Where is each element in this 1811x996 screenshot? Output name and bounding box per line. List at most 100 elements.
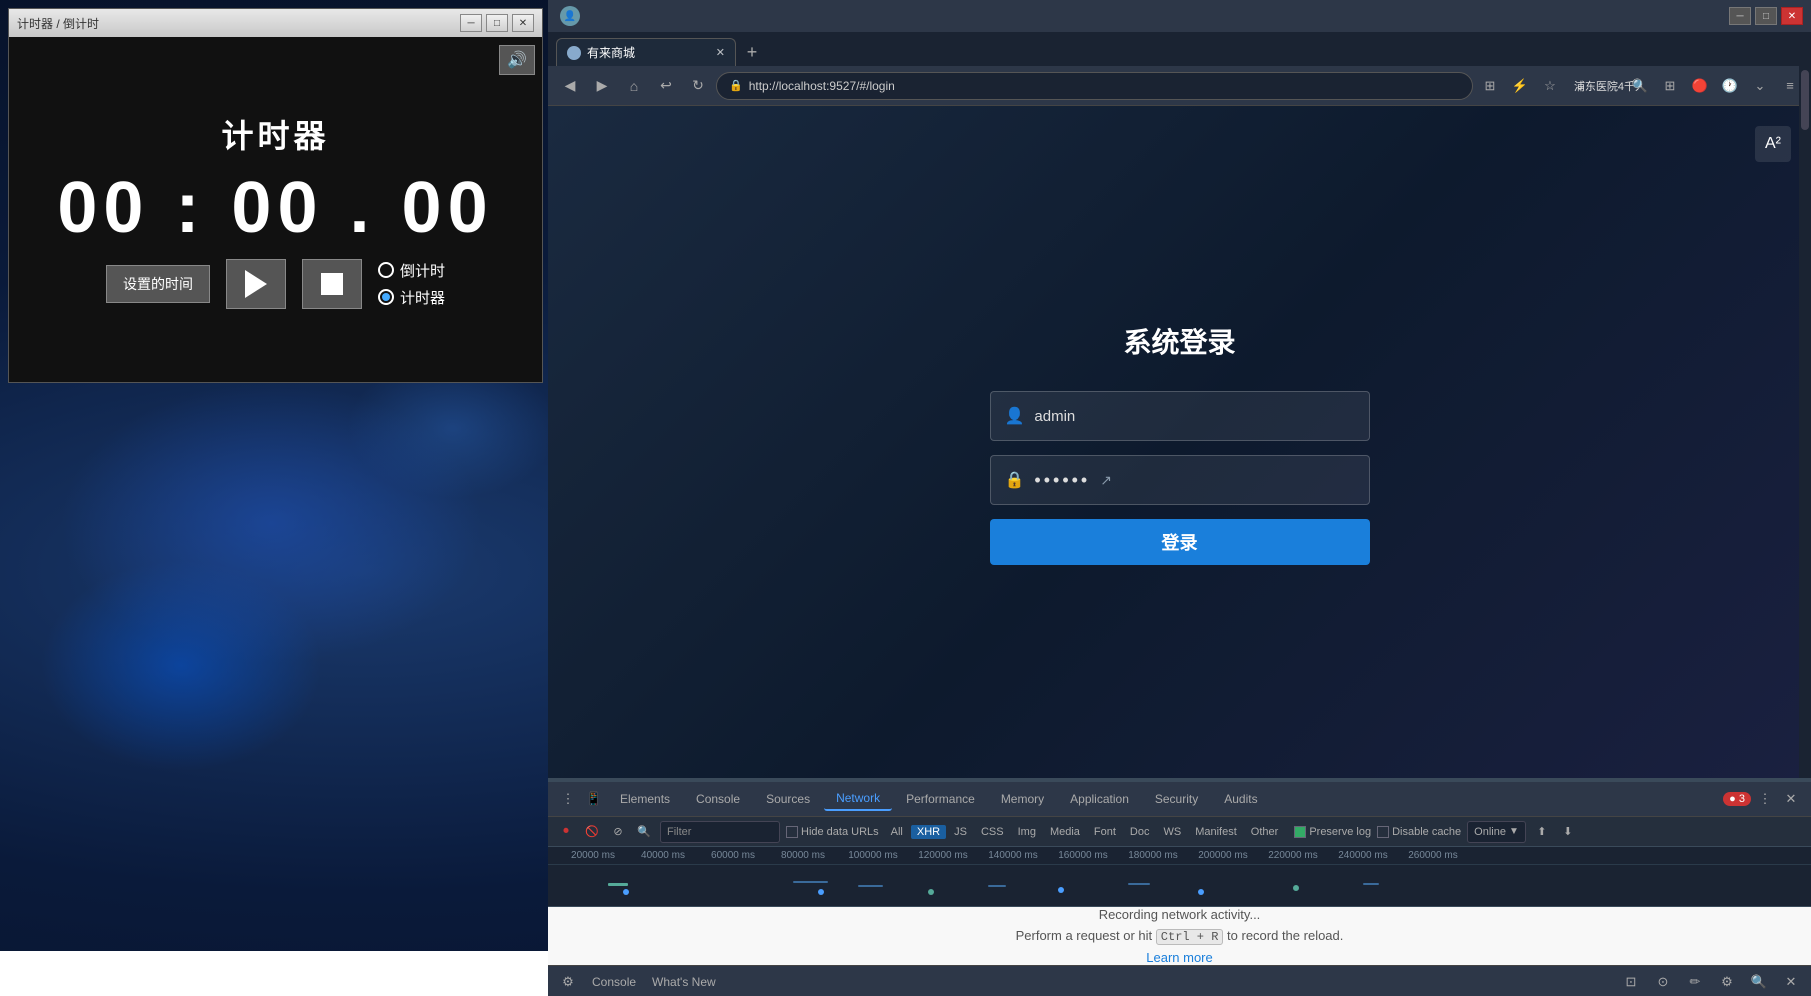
filter-js[interactable]: JS <box>948 825 973 839</box>
preserve-log-label[interactable]: Preserve log <box>1294 826 1371 838</box>
bottom-settings-icon[interactable]: ⚙ <box>556 970 580 994</box>
timer-radio[interactable] <box>378 289 394 305</box>
login-button[interactable]: 登录 <box>990 519 1370 565</box>
filter-placeholder: Filter <box>667 826 691 838</box>
timer-minimize-button[interactable]: ─ <box>460 14 482 32</box>
username-input[interactable]: 👤 admin <box>990 391 1370 441</box>
ruler-mark-220000: 220000 ms <box>1258 850 1328 861</box>
devtools-settings-icon[interactable]: ⋮ <box>556 787 580 811</box>
stop-button[interactable] <box>302 259 362 309</box>
new-tab-button[interactable]: + <box>738 38 766 66</box>
timeline-activity-4 <box>988 885 1006 887</box>
bottom-tab-whats-new[interactable]: What's New <box>648 973 720 991</box>
notification-icon[interactable]: 🔴 <box>1687 73 1713 99</box>
password-input[interactable]: 🔒 •••••• ↗ <box>990 455 1370 505</box>
filter-font[interactable]: Font <box>1088 825 1122 839</box>
volume-button[interactable]: 🔊 <box>499 45 535 75</box>
extensions-icon[interactable]: ⊞ <box>1477 73 1503 99</box>
timer-maximize-button[interactable]: □ <box>486 14 508 32</box>
clear-button[interactable]: 🚫 <box>582 822 602 842</box>
filter-all[interactable]: All <box>885 825 909 839</box>
devtools-tab-audits[interactable]: Audits <box>1212 788 1269 810</box>
disable-cache-checkbox[interactable] <box>1377 826 1389 838</box>
filter-doc[interactable]: Doc <box>1124 825 1156 839</box>
hide-data-urls-checkbox[interactable] <box>786 826 798 838</box>
bottom-copy-icon[interactable]: ⊙ <box>1651 970 1675 994</box>
bottom-close-icon[interactable]: ✕ <box>1779 970 1803 994</box>
search-icon[interactable]: 🔍 <box>1627 73 1653 99</box>
ruler-mark-140000: 140000 ms <box>978 850 1048 861</box>
filter-xhr[interactable]: XHR <box>911 825 946 839</box>
translate-icon[interactable]: A² <box>1755 126 1791 162</box>
countdown-radio[interactable] <box>378 262 394 278</box>
filter-css[interactable]: CSS <box>975 825 1010 839</box>
online-selector[interactable]: Online ▼ <box>1467 821 1526 843</box>
back-button[interactable]: ◀ <box>556 72 584 100</box>
countdown-option[interactable]: 倒计时 <box>378 260 445 281</box>
devtools-device-icon[interactable]: 📱 <box>582 787 606 811</box>
disable-cache-label[interactable]: Disable cache <box>1377 826 1461 838</box>
devtools-tab-console[interactable]: Console <box>684 788 752 810</box>
lock-icon: 🔒 <box>1005 470 1025 490</box>
filter-icon[interactable]: ⊘ <box>608 822 628 842</box>
play-button[interactable] <box>226 259 286 309</box>
browser-close-button[interactable]: ✕ <box>1781 7 1803 25</box>
learn-more-link[interactable]: Learn more <box>1146 950 1212 965</box>
home-button[interactable]: ⌂ <box>620 72 648 100</box>
filter-input[interactable]: Filter <box>660 821 780 843</box>
bottom-settings2-icon[interactable]: ⚙ <box>1715 970 1739 994</box>
timeline-activity-6 <box>1363 883 1379 885</box>
tab-close-button[interactable]: ✕ <box>716 46 725 59</box>
devtools-close-icon[interactable]: ✕ <box>1779 787 1803 811</box>
devtools-tab-elements[interactable]: Elements <box>608 788 682 810</box>
browser-content: A² 系统登录 👤 admin 🔒 •••••• ↗ 登录 <box>548 106 1811 780</box>
browser-minimize-button[interactable]: ─ <box>1729 7 1751 25</box>
login-form: 👤 admin 🔒 •••••• ↗ 登录 <box>990 391 1370 565</box>
bookmark-icon[interactable]: ☆ <box>1537 73 1563 99</box>
devtools-tab-sources[interactable]: Sources <box>754 788 822 810</box>
filter-media[interactable]: Media <box>1044 825 1086 839</box>
devtools-resize-handle[interactable] <box>548 778 1811 782</box>
devtools-tab-application[interactable]: Application <box>1058 788 1141 810</box>
bottom-edit-icon[interactable]: ✏ <box>1683 970 1707 994</box>
eye-icon[interactable]: ↗ <box>1100 472 1112 489</box>
timer-close-button[interactable]: ✕ <box>512 14 534 32</box>
refresh-back-button[interactable]: ↩ <box>652 72 680 100</box>
devtools-tab-network[interactable]: Network <box>824 787 892 811</box>
lightning-icon[interactable]: ⚡ <box>1507 73 1533 99</box>
browser-maximize-button[interactable]: □ <box>1755 7 1777 25</box>
devtools-tab-performance[interactable]: Performance <box>894 788 987 810</box>
chevron-down-icon[interactable]: ⌄ <box>1747 73 1773 99</box>
refresh-button[interactable]: ↻ <box>684 72 712 100</box>
filter-ws[interactable]: WS <box>1157 825 1187 839</box>
set-time-button[interactable]: 设置的时间 <box>106 265 210 303</box>
bottom-search-icon[interactable]: 🔍 <box>1747 970 1771 994</box>
grid-icon[interactable]: ⊞ <box>1657 73 1683 99</box>
address-bar[interactable]: 🔒 http://localhost:9527/#/login <box>716 72 1473 100</box>
hide-data-urls-label[interactable]: Hide data URLs <box>786 826 879 838</box>
devtools-tab-memory[interactable]: Memory <box>989 788 1056 810</box>
lock-icon: 🔒 <box>729 79 743 92</box>
devtools-more-icon[interactable]: ⋮ <box>1753 787 1777 811</box>
ruler-mark-120000: 120000 ms <box>908 850 978 861</box>
import-icon[interactable]: ⬆ <box>1532 822 1552 842</box>
browser-scrollbar-thumb[interactable] <box>1801 70 1809 130</box>
preserve-log-checkbox[interactable] <box>1294 826 1306 838</box>
filter-img[interactable]: Img <box>1012 825 1042 839</box>
forward-button[interactable]: ▶ <box>588 72 616 100</box>
bottom-dock-icon[interactable]: ⊡ <box>1619 970 1643 994</box>
clock-icon[interactable]: 🕐 <box>1717 73 1743 99</box>
timer-option[interactable]: 计时器 <box>378 287 445 308</box>
filter-other[interactable]: Other <box>1245 825 1285 839</box>
bottom-tab-console[interactable]: Console <box>588 973 640 991</box>
search-icon[interactable]: 🔍 <box>634 822 654 842</box>
browser-scrollbar[interactable] <box>1799 66 1811 780</box>
browser-profile-icon[interactable]: 👤 <box>556 2 584 30</box>
active-tab[interactable]: 有来商城 ✕ <box>556 38 736 66</box>
devtools-filter-bar: ⏺ 🚫 ⊘ 🔍 Filter Hide data URLs All XHR JS… <box>548 817 1811 847</box>
password-value: •••••• <box>1034 470 1090 491</box>
filter-manifest[interactable]: Manifest <box>1189 825 1243 839</box>
record-button[interactable]: ⏺ <box>556 822 576 842</box>
devtools-tab-security[interactable]: Security <box>1143 788 1210 810</box>
export-icon[interactable]: ⬇ <box>1558 822 1578 842</box>
